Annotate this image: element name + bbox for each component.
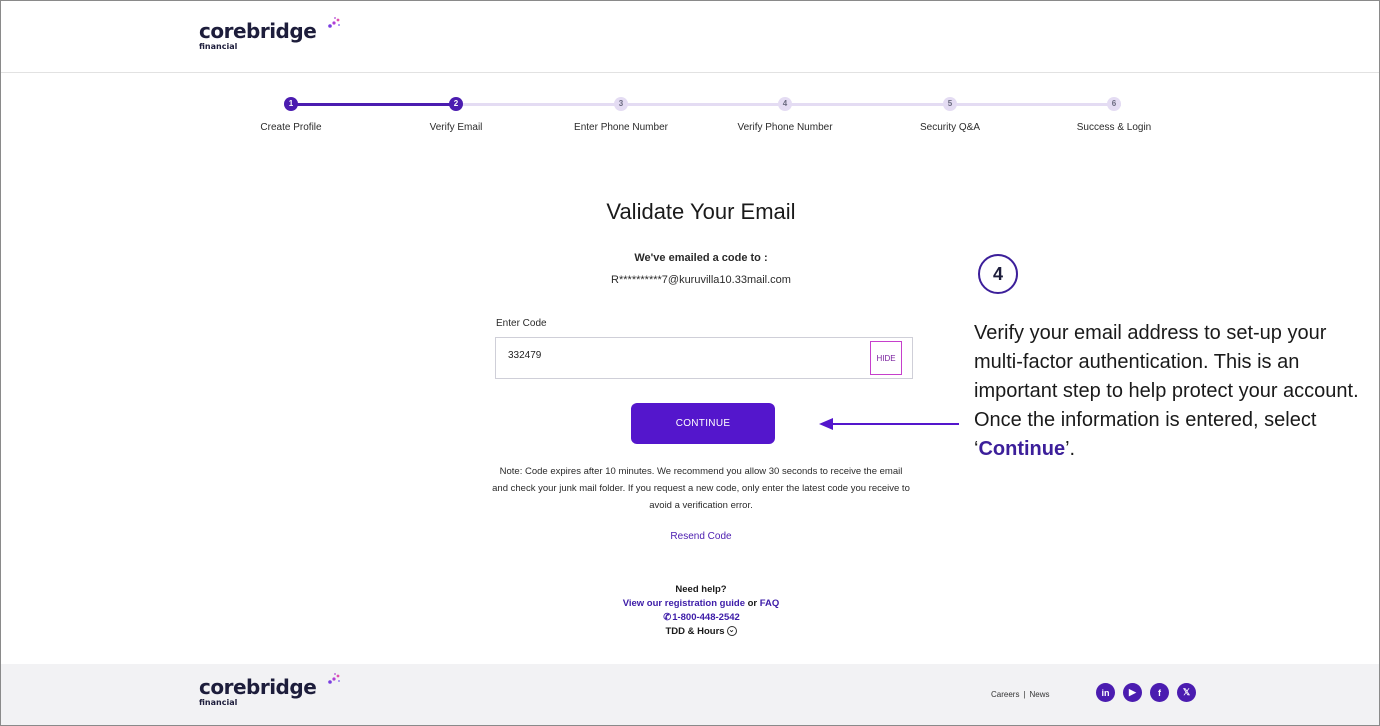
step-2-circle: 2: [449, 97, 463, 111]
code-field-label: Enter Code: [496, 318, 547, 329]
step-5-circle: 5: [943, 97, 957, 111]
code-field: HIDE: [495, 337, 913, 379]
callout-arrow-head-icon: [819, 418, 833, 430]
header: corebridge financial: [1, 1, 1379, 73]
footer-corebridge-logo[interactable]: corebridge financial: [199, 673, 340, 707]
callout-text-bold: Continue: [978, 438, 1066, 460]
youtube-icon[interactable]: ▶: [1123, 683, 1142, 702]
footer-logo-subtitle: financial: [199, 698, 238, 707]
stepper-progress-line: [291, 103, 456, 106]
hide-code-button[interactable]: HIDE: [870, 341, 902, 375]
footer-logo-dots-icon: [328, 673, 340, 684]
social-links: in ▶ f 𝕏: [1096, 683, 1196, 702]
step-4-label: Verify Phone Number: [737, 122, 833, 133]
logo-wordmark: corebridge: [199, 19, 317, 43]
phone-icon: ✆: [663, 612, 672, 623]
news-link[interactable]: News: [1030, 690, 1050, 699]
registration-stepper: 1 2 3 4 5 6 Create Profile Verify Email …: [1, 94, 1379, 144]
step-1-label: Create Profile: [260, 122, 322, 133]
masked-email: R**********7@kuruvilla10.33mail.com: [611, 274, 791, 286]
callout-step-number: 4: [978, 254, 1018, 294]
step-1-circle: 1: [284, 97, 298, 111]
step-3-label: Enter Phone Number: [574, 122, 668, 133]
callout-text: Verify your email address to set-up your…: [974, 319, 1374, 464]
careers-link[interactable]: Careers: [991, 690, 1019, 699]
corebridge-logo[interactable]: corebridge financial: [199, 17, 340, 51]
step-6-label: Success & Login: [1076, 122, 1152, 133]
step-5-label: Security Q&A: [919, 122, 981, 133]
faq-link[interactable]: FAQ: [760, 598, 780, 609]
resend-code-link[interactable]: Resend Code: [1, 531, 1379, 542]
linkedin-icon[interactable]: in: [1096, 683, 1115, 702]
step-4-circle: 4: [778, 97, 792, 111]
registration-guide-link[interactable]: View our registration guide: [623, 598, 745, 609]
chevron-down-icon[interactable]: ⌄: [726, 626, 737, 637]
continue-button[interactable]: CONTINUE: [631, 403, 775, 444]
step-6-circle: 6: [1107, 97, 1121, 111]
page-frame: corebridge financial 1 2 3 4 5 6 Create …: [0, 0, 1380, 726]
help-or-text: or: [747, 598, 758, 609]
tdd-hours-toggle[interactable]: TDD & Hours: [665, 626, 724, 637]
logo-dots-icon: [328, 17, 340, 28]
help-section: Need help? View our registration guide o…: [1, 583, 1379, 639]
phone-link[interactable]: 1-800-448-2542: [672, 612, 740, 623]
help-heading: Need help?: [675, 584, 727, 595]
page-title: Validate Your Email: [606, 199, 796, 224]
x-icon[interactable]: 𝕏: [1177, 683, 1196, 702]
code-input[interactable]: [508, 350, 808, 361]
callout-text-end: ’.: [1065, 438, 1076, 460]
code-expiry-note: Note: Code expires after 10 minutes. We …: [492, 466, 910, 511]
facebook-icon[interactable]: f: [1150, 683, 1169, 702]
emailed-to-text: We've emailed a code to :: [634, 252, 768, 264]
step-3-circle: 3: [614, 97, 628, 111]
step-2-label: Verify Email: [429, 122, 483, 133]
footer: corebridge financial Careers | News in ▶ f…: [1, 664, 1379, 725]
footer-separator: |: [1023, 690, 1026, 699]
footer-links: Careers | News: [991, 690, 1050, 699]
logo-subtitle: financial: [199, 42, 238, 51]
footer-logo-wordmark: corebridge: [199, 675, 317, 699]
callout-arrow-line: [831, 423, 959, 425]
